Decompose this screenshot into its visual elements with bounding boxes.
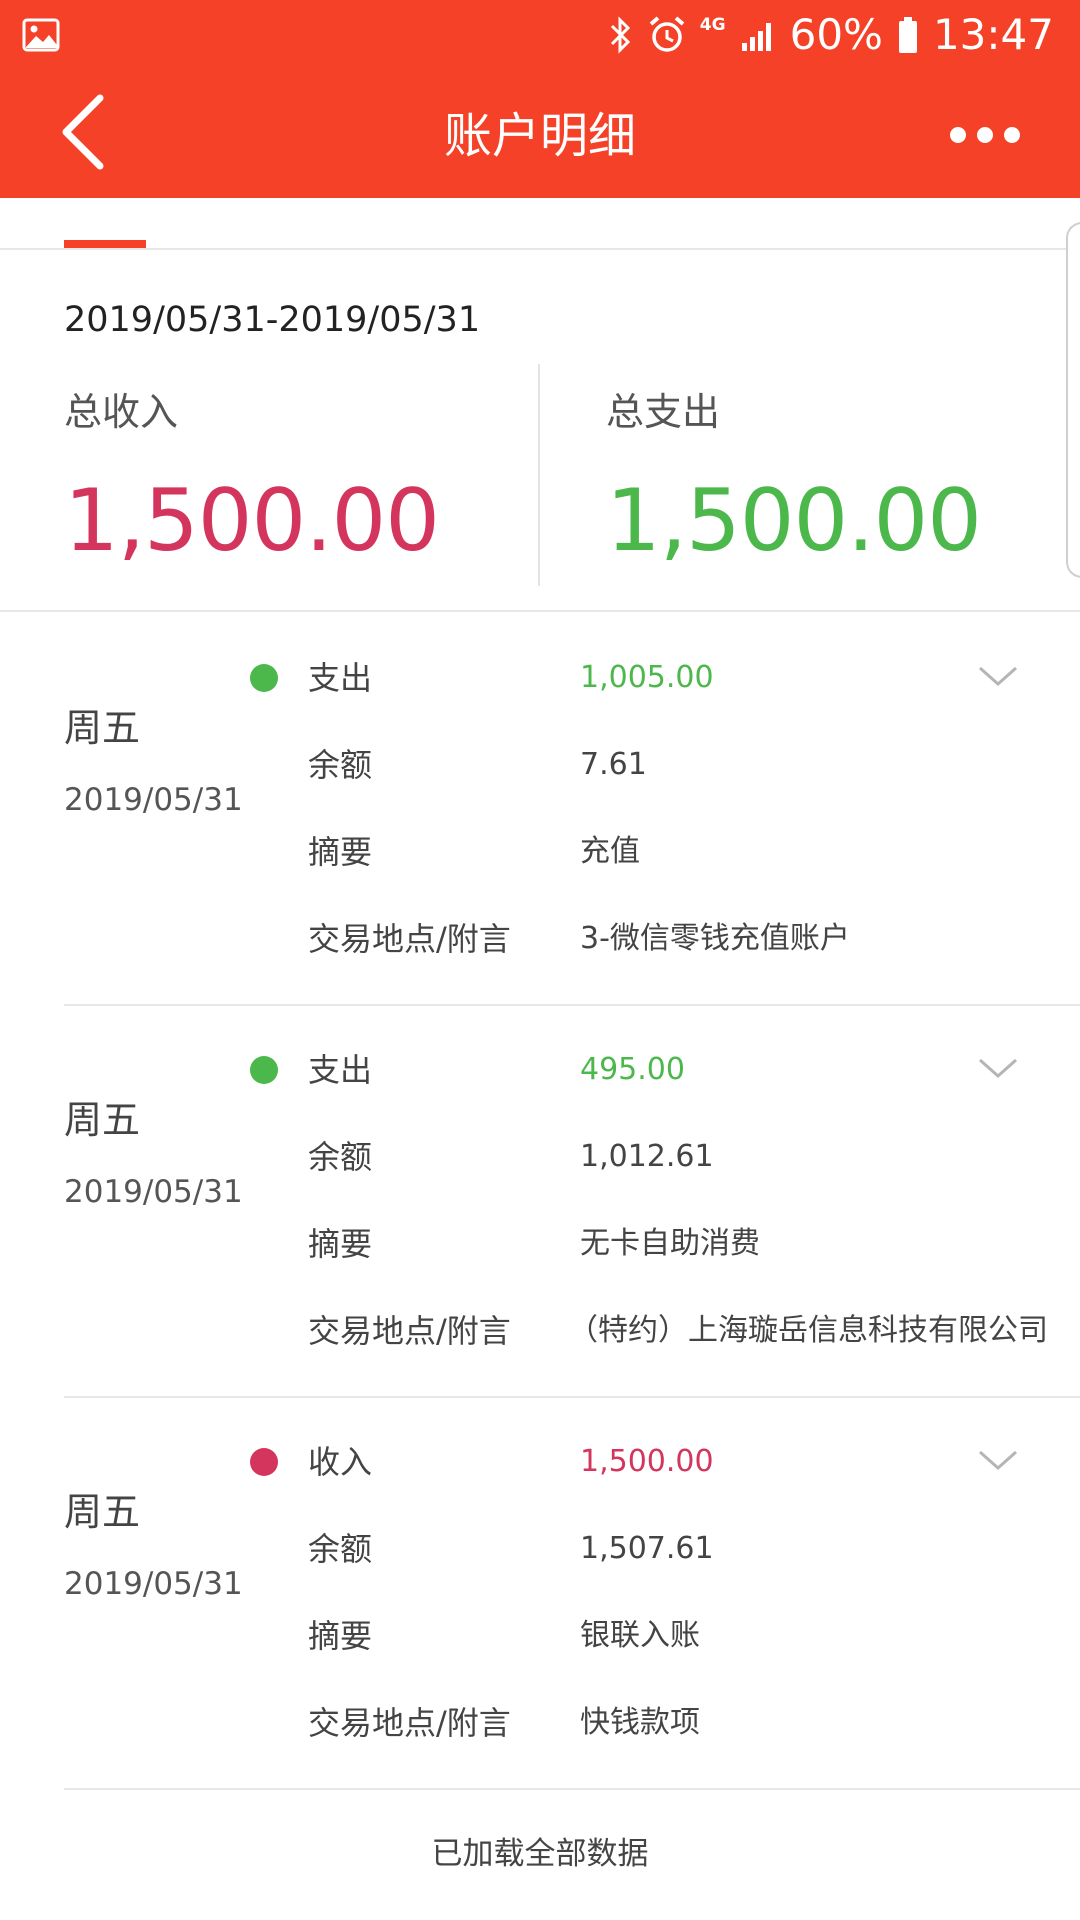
- tab-bar: [0, 198, 1080, 250]
- transaction-item[interactable]: 周五 2019/05/31 收入 1,500.00 余额 1,507.61 摘要…: [0, 1398, 1080, 1790]
- gallery-icon: [22, 18, 60, 52]
- transaction-weekday: 周五: [64, 1490, 141, 1534]
- summary-label: 摘要: [308, 833, 373, 871]
- total-income-value: 1,500.00: [64, 471, 440, 571]
- balance-label: 余额: [308, 1530, 373, 1568]
- balance-value: 1,012.61: [580, 1139, 714, 1174]
- transaction-type-dot: [250, 1448, 278, 1476]
- summary-panel: 2019/05/31-2019/05/31 总收入 1,500.00 总支出 1…: [0, 252, 1080, 612]
- location-value: 3-微信零钱充值账户: [580, 921, 850, 956]
- summary-label: 摘要: [308, 1225, 373, 1263]
- signal-icon: [741, 23, 771, 51]
- location-value: 快钱款项: [580, 1705, 700, 1740]
- page-title: 账户明细: [443, 108, 636, 164]
- location-value: （特约）上海璇岳信息科技有限公司: [568, 1313, 1048, 1348]
- location-label: 交易地点/附言: [308, 920, 511, 958]
- more-icon-dot: [1004, 127, 1020, 143]
- summary-value: 银联入账: [580, 1618, 700, 1653]
- summary-value: 充值: [580, 834, 640, 869]
- summary-value: 无卡自助消费: [580, 1226, 760, 1261]
- transaction-amount: 1,500.00: [580, 1444, 714, 1479]
- balance-label: 余额: [308, 746, 373, 784]
- status-bar: 4G 60% 13:47: [0, 0, 1080, 70]
- app-header: 4G 60% 13:47 账户明细: [0, 0, 1080, 198]
- transaction-date: 2019/05/31: [64, 1566, 243, 1602]
- balance-label: 余额: [308, 1138, 373, 1176]
- load-complete-note: 已加载全部数据: [431, 1836, 649, 1872]
- chevron-down-icon[interactable]: [976, 1446, 1020, 1474]
- total-expense-value: 1,500.00: [606, 471, 982, 571]
- balance-value: 7.61: [580, 747, 647, 782]
- battery-icon: [898, 17, 917, 53]
- transaction-date: 2019/05/31: [64, 782, 243, 818]
- row-divider: [64, 1788, 1080, 1790]
- transaction-type: 收入: [308, 1443, 373, 1481]
- transaction-type-dot: [250, 1056, 278, 1084]
- more-icon-dot: [977, 127, 993, 143]
- bluetooth-icon: [610, 16, 630, 54]
- transaction-type: 支出: [308, 1051, 373, 1089]
- active-tab-indicator: [64, 240, 146, 248]
- summary-label: 摘要: [308, 1617, 373, 1655]
- alarm-icon: [649, 16, 685, 52]
- transaction-type-dot: [250, 664, 278, 692]
- transaction-list: 周五 2019/05/31 支出 1,005.00 余额 7.61 摘要 充值 …: [0, 614, 1080, 1790]
- transaction-amount: 495.00: [580, 1052, 685, 1087]
- date-range[interactable]: 2019/05/31-2019/05/31: [64, 298, 480, 342]
- transaction-type: 支出: [308, 659, 373, 697]
- chevron-down-icon[interactable]: [976, 1054, 1020, 1082]
- total-income-label: 总收入: [64, 390, 179, 434]
- battery-percent: 60%: [789, 10, 883, 59]
- transaction-weekday: 周五: [64, 706, 141, 750]
- transaction-amount: 1,005.00: [580, 660, 714, 695]
- clock: 13:47: [932, 10, 1054, 59]
- location-label: 交易地点/附言: [308, 1704, 511, 1742]
- total-expense-label: 总支出: [606, 390, 721, 434]
- title-bar: 账户明细: [0, 70, 1080, 198]
- more-button[interactable]: [950, 110, 1020, 160]
- balance-value: 1,507.61: [580, 1531, 714, 1566]
- side-drawer-handle[interactable]: [1066, 222, 1080, 578]
- transaction-item[interactable]: 周五 2019/05/31 支出 495.00 余额 1,012.61 摘要 无…: [0, 1006, 1080, 1398]
- transaction-date: 2019/05/31: [64, 1174, 243, 1210]
- chevron-down-icon[interactable]: [976, 662, 1020, 690]
- transaction-weekday: 周五: [64, 1098, 141, 1142]
- network-type: 4G: [699, 15, 726, 35]
- location-label: 交易地点/附言: [308, 1312, 511, 1350]
- transaction-item[interactable]: 周五 2019/05/31 支出 1,005.00 余额 7.61 摘要 充值 …: [0, 614, 1080, 1006]
- more-icon-dot: [950, 127, 966, 143]
- summary-divider: [538, 364, 540, 586]
